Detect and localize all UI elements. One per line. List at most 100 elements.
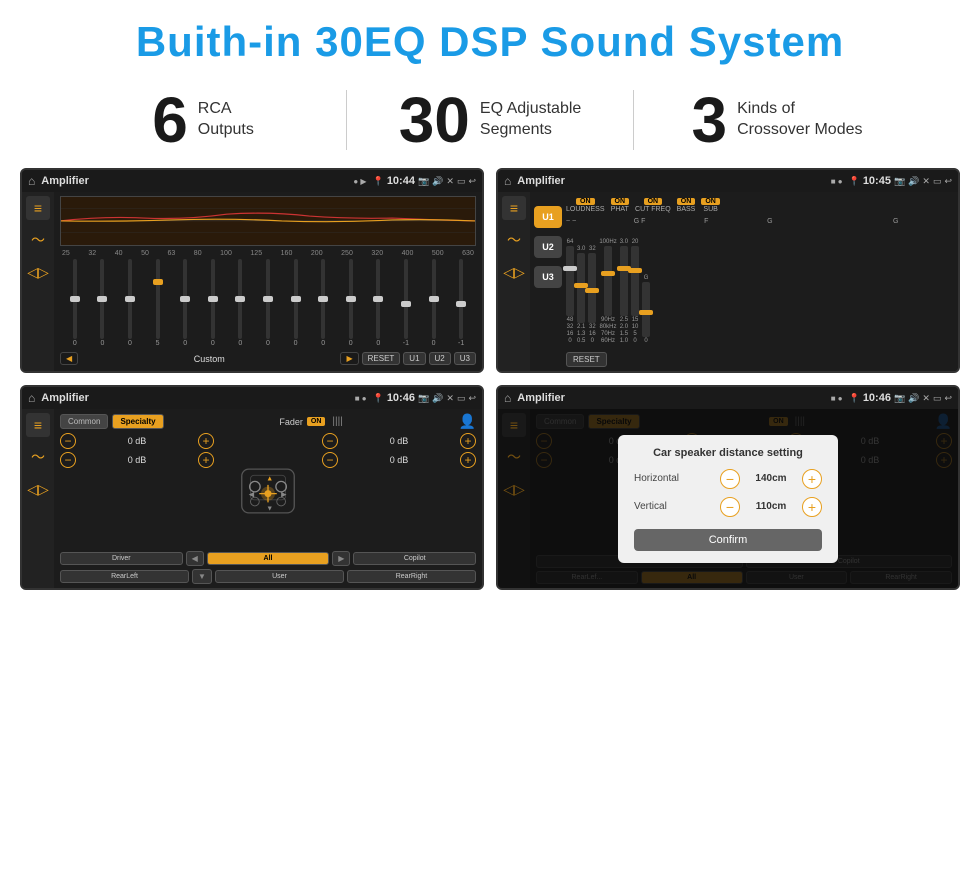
u2-btn[interactable]: U2 (534, 236, 562, 258)
back-icon-1[interactable]: ↩ (468, 176, 476, 187)
screen-distance: ⌂ Amplifier ■ ● 📍 10:46 📷 🔊 ✕ ▭ ↩ ≡ 〜 ◁▷ (496, 385, 960, 590)
vol-minus-0[interactable]: − (60, 433, 76, 449)
back-icon-2[interactable]: ↩ (944, 176, 952, 187)
stat-crossover-text: Kinds of Crossover Modes (737, 99, 862, 141)
vol-val-1: 0 dB (79, 455, 195, 465)
stat-rca: 6 RCA Outputs (60, 88, 346, 152)
crossover-header: ON LOUDNESS ON PHAT ON CUT FREQ ON (566, 196, 954, 215)
confirm-button[interactable]: Confirm (634, 529, 822, 551)
vertical-minus-btn[interactable]: − (720, 497, 740, 517)
vol-val-3: 0 dB (341, 455, 457, 465)
rearleft-btn[interactable]: RearLeft (60, 570, 189, 583)
time-3: 10:46 (387, 392, 415, 404)
copilot-btn[interactable]: Copilot (353, 552, 476, 565)
eq-reset-btn[interactable]: RESET (362, 352, 401, 365)
home-icon-4[interactable]: ⌂ (504, 391, 511, 405)
dot-icons-4: ■ ● (831, 394, 843, 403)
driver-btn[interactable]: Driver (60, 552, 183, 565)
loudness-on[interactable]: ON (576, 198, 595, 205)
person-icon[interactable]: 👤 (459, 413, 476, 430)
cx-reset-btn[interactable]: RESET (566, 352, 607, 367)
vol-minus-1[interactable]: − (60, 452, 76, 468)
eq-slider-8: 0 (283, 259, 309, 347)
cutfreq-on[interactable]: ON (644, 198, 663, 205)
x-icon-2: ✕ (922, 176, 930, 187)
sub-on[interactable]: ON (701, 198, 720, 205)
home-icon-3[interactable]: ⌂ (28, 391, 35, 405)
eq-icon[interactable]: ≡ (26, 196, 50, 220)
wave-icon-2[interactable]: 〜 (502, 228, 526, 252)
vol-icon-2[interactable]: ◁▷ (502, 260, 526, 284)
home-icon-2[interactable]: ⌂ (504, 174, 511, 188)
status-icons-2: 📍 10:45 📷 🔊 ✕ ▭ ↩ (849, 175, 952, 187)
eq-icon-2[interactable]: ≡ (502, 196, 526, 220)
vol-plus-2[interactable]: + (460, 433, 476, 449)
wave-icon-3[interactable]: 〜 (26, 445, 50, 469)
vertical-plus-btn[interactable]: + (802, 497, 822, 517)
fader-left: − 0 dB + − 0 dB + (60, 433, 214, 548)
u3-btn[interactable]: U3 (534, 266, 562, 288)
vertical-value: 110cm (746, 501, 796, 512)
volume-icon-4: 🔊 (908, 393, 919, 404)
app-name-2: Amplifier (517, 175, 824, 187)
fader-right-arrow[interactable]: ▶ (332, 551, 350, 566)
vol-val-0: 0 dB (79, 436, 195, 446)
bass-on[interactable]: ON (677, 198, 696, 205)
vol-icon-3[interactable]: ◁▷ (26, 477, 50, 501)
location-icon-2: 📍 (849, 176, 860, 187)
vol-plus-0[interactable]: + (198, 433, 214, 449)
eq-prev-btn[interactable]: ◀ (60, 352, 78, 365)
x-icon-1: ✕ (446, 176, 454, 187)
specialty-tab[interactable]: Specialty (112, 414, 163, 429)
status-icons-3: 📍 10:46 📷 🔊 ✕ ▭ ↩ (373, 392, 476, 404)
all-btn[interactable]: All (207, 552, 330, 565)
dialog-row-horizontal: Horizontal − 140cm + (634, 469, 822, 489)
eq-icon-3[interactable]: ≡ (26, 413, 50, 437)
horizontal-minus-btn[interactable]: − (720, 469, 740, 489)
vol-minus-2[interactable]: − (322, 433, 338, 449)
fader-left-arrow[interactable]: ◀ (186, 551, 204, 566)
camera-icon-4: 📷 (894, 393, 905, 404)
x-icon-3: ✕ (446, 393, 454, 404)
vol-row-2: − 0 dB + (322, 433, 476, 449)
fader-bottom-row: Driver ◀ All ▶ Copilot (60, 551, 476, 566)
status-bar-1: ⌂ Amplifier ● ▶ 📍 10:44 📷 🔊 ✕ ▭ ↩ (22, 170, 482, 192)
screen-content-3: ≡ 〜 ◁▷ Common Specialty Fader ON |||| 👤 … (22, 409, 482, 588)
u1-btn[interactable]: U1 (534, 206, 562, 228)
wave-icon[interactable]: 〜 (26, 228, 50, 252)
screen-fader: ⌂ Amplifier ■ ● 📍 10:46 📷 🔊 ✕ ▭ ↩ ≡ 〜 ◁▷ (20, 385, 484, 590)
vol-minus-3[interactable]: − (322, 452, 338, 468)
back-icon-4[interactable]: ↩ (944, 393, 952, 404)
eq-u2-btn[interactable]: U2 (429, 352, 451, 365)
rearright-btn[interactable]: RearRight (347, 570, 476, 583)
eq-slider-5: 0 (200, 259, 226, 347)
screen-content-1: ≡ 〜 ◁▷ (22, 192, 482, 371)
app-name-4: Amplifier (517, 392, 824, 404)
eq-u3-btn[interactable]: U3 (454, 352, 476, 365)
vol-plus-3[interactable]: + (460, 452, 476, 468)
vol-icon[interactable]: ◁▷ (26, 260, 50, 284)
common-tab[interactable]: Common (60, 414, 108, 429)
fader-main: Common Specialty Fader ON |||| 👤 − 0 dB … (54, 409, 482, 588)
home-icon-1[interactable]: ⌂ (28, 174, 35, 188)
user-btn[interactable]: User (215, 570, 344, 583)
stat-eq-number: 30 (399, 88, 470, 152)
loudness-label: LOUDNESS (566, 206, 605, 213)
loudness-toggle: ON LOUDNESS (566, 198, 605, 213)
phat-label: PHAT (611, 206, 629, 213)
phat-on[interactable]: ON (611, 198, 630, 205)
vertical-label: Vertical (634, 501, 714, 512)
eq-curve-area (60, 196, 476, 246)
fader-on-badge[interactable]: ON (307, 417, 326, 426)
eq-next-btn[interactable]: ▶ (340, 352, 358, 365)
eq-u1-btn[interactable]: U1 (403, 352, 425, 365)
eq-bottom-bar: ◀ Custom ▶ RESET U1 U2 U3 (60, 351, 476, 367)
horizontal-value: 140cm (746, 473, 796, 484)
stat-crossover: 3 Kinds of Crossover Modes (634, 88, 920, 152)
horizontal-plus-btn[interactable]: + (802, 469, 822, 489)
eq-curve-svg (61, 197, 475, 245)
eq-preset-label: Custom (81, 354, 337, 364)
back-icon-3[interactable]: ↩ (468, 393, 476, 404)
vol-plus-1[interactable]: + (198, 452, 214, 468)
fader-down-arrow[interactable]: ▼ (192, 569, 212, 584)
